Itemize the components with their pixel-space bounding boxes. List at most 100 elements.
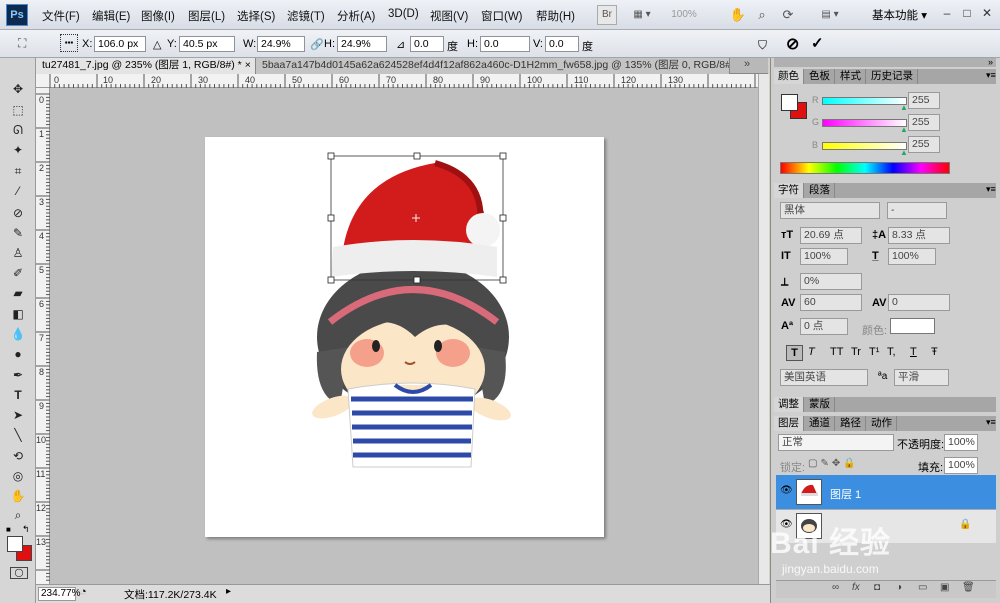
color-spectrum-bar[interactable] <box>780 162 950 174</box>
tab-character[interactable]: 字符 <box>774 183 804 198</box>
tab-adjustments[interactable]: 调整 <box>774 397 804 412</box>
g-value-field[interactable]: 255 <box>908 114 940 131</box>
brush-tool-icon[interactable]: ✎ <box>8 224 28 242</box>
minimize-button[interactable]: – <box>936 6 958 23</box>
v-skew-field[interactable]: 0.0 <box>545 36 579 52</box>
menu-view[interactable]: 视图(V) <box>430 8 468 24</box>
menu-image[interactable]: 图像(I) <box>141 8 175 24</box>
superscript-button[interactable]: T¹ <box>869 346 879 358</box>
status-menu-arrow-icon[interactable]: ▸ <box>226 586 231 597</box>
r-slider-thumb-icon[interactable]: ▲ <box>900 103 908 112</box>
g-slider[interactable] <box>822 119 907 127</box>
font-family-select[interactable]: 黑体 <box>780 202 880 219</box>
tab-paths[interactable]: 路径 <box>836 416 866 431</box>
swap-colors-icon[interactable]: ↰ <box>22 524 30 535</box>
panel-menu-icon[interactable]: ▾≡ <box>986 70 996 81</box>
rotation-field[interactable]: 0.0 <box>410 36 444 52</box>
adjustment-layer-icon[interactable]: ◑ <box>896 582 902 593</box>
font-size-field[interactable]: 20.69 点 <box>800 227 862 244</box>
arrange-documents-icon[interactable]: ▤ ▾ <box>815 5 845 25</box>
dodge-tool-icon[interactable]: ● <box>8 345 28 363</box>
tab-layers[interactable]: 图层 <box>774 416 804 431</box>
type-tool-icon[interactable]: T <box>8 386 28 404</box>
horizontal-scale-field[interactable]: 100% <box>888 248 936 265</box>
relative-position-icon[interactable]: △ <box>153 38 161 51</box>
width-field[interactable]: 24.9% <box>257 36 305 52</box>
tracking-field[interactable]: 0 <box>888 294 950 311</box>
b-slider[interactable] <box>822 142 907 150</box>
language-select[interactable]: 美国英语 <box>780 369 868 386</box>
r-value-field[interactable]: 255 <box>908 92 940 109</box>
faux-bold-button[interactable]: T <box>786 345 803 361</box>
menu-edit[interactable]: 编辑(E) <box>92 8 130 24</box>
link-layers-icon[interactable]: ∞ <box>832 582 839 593</box>
eraser-tool-icon[interactable]: ▰ <box>8 284 28 302</box>
vertical-scale-field[interactable]: 100% <box>800 248 848 265</box>
zoom-tool-box-icon[interactable]: ⌕ <box>8 506 28 524</box>
healing-brush-tool-icon[interactable]: ⊘ <box>8 204 28 222</box>
new-layer-icon[interactable]: ▣ <box>940 582 949 593</box>
g-slider-thumb-icon[interactable]: ▲ <box>900 125 908 134</box>
baseline-shift-field[interactable]: 0 点 <box>800 318 848 335</box>
tab-actions[interactable]: 动作 <box>867 416 897 431</box>
tab-document-1[interactable]: tu27481_7.jpg @ 235% (图层 1, RGB/8#) * × <box>36 58 256 74</box>
rotate-view-icon[interactable]: ⟳ <box>778 5 798 25</box>
status-info-icon[interactable]: ◔ <box>80 586 87 598</box>
faux-italic-button[interactable]: T <box>808 346 815 358</box>
clone-stamp-tool-icon[interactable]: ♙ <box>8 244 28 262</box>
line-tool-icon[interactable]: ╲ <box>8 426 28 444</box>
tab-masks[interactable]: 蒙版 <box>805 397 835 412</box>
y-position-field[interactable]: 40.5 px <box>179 36 235 52</box>
warp-mode-icon[interactable]: ⛉ <box>758 38 767 53</box>
link-icon[interactable]: 🔗 <box>310 38 324 51</box>
hand-tool-icon[interactable]: ✋ <box>728 5 748 25</box>
screen-mode-icon[interactable]: ▦ ▾ <box>626 5 658 25</box>
subscript-button[interactable]: T, <box>887 346 896 358</box>
panel-menu-icon[interactable]: ▾≡ <box>986 184 996 195</box>
tab-history[interactable]: 历史记录 <box>867 69 918 84</box>
delete-layer-icon[interactable]: 🗑 <box>962 582 975 593</box>
magic-wand-tool-icon[interactable]: ✦ <box>8 141 28 159</box>
panel-menu-icon[interactable]: ▾≡ <box>986 417 996 428</box>
tab-overflow-icon[interactable]: » <box>744 58 750 70</box>
tab-swatches[interactable]: 色板 <box>805 69 835 84</box>
fill-field[interactable]: 100% <box>944 457 978 474</box>
menu-3d[interactable]: 3D(D) <box>388 8 419 20</box>
collapse-panels-icon[interactable]: » <box>988 57 993 67</box>
visibility-eye-icon[interactable]: 👁 <box>780 485 793 496</box>
path-selection-tool-icon[interactable]: ➤ <box>8 406 28 424</box>
vertical-scrollbar[interactable] <box>758 74 769 584</box>
x-position-field[interactable]: 106.0 px <box>94 36 146 52</box>
menu-filter[interactable]: 滤镜(T) <box>287 8 325 24</box>
small-caps-button[interactable]: Tr <box>851 346 861 358</box>
blend-mode-select[interactable]: 正常 <box>778 434 894 451</box>
3d-orbit-tool-icon[interactable]: ◎ <box>8 467 28 485</box>
reference-point-icon[interactable]: ▪▪▪ <box>60 34 78 52</box>
menu-analysis[interactable]: 分析(A) <box>337 8 375 24</box>
b-value-field[interactable]: 255 <box>908 136 940 153</box>
layer-1-name[interactable]: 图层 1 <box>830 486 861 502</box>
strikethrough-button[interactable]: Ŧ <box>931 346 938 358</box>
tab-close-icon[interactable]: × <box>245 59 251 71</box>
tab-paragraph[interactable]: 段落 <box>805 183 835 198</box>
menu-file[interactable]: 文件(F) <box>42 8 80 24</box>
cancel-transform-button[interactable]: ⊘ <box>786 34 799 54</box>
layer-style-icon[interactable]: fx <box>852 582 860 593</box>
bridge-button[interactable]: Br <box>597 5 617 25</box>
leading-field[interactable]: 8.33 点 <box>888 227 950 244</box>
marquee-tool-icon[interactable]: ⬚ <box>8 101 28 119</box>
add-mask-icon[interactable]: ◘ <box>874 582 880 593</box>
h-skew-field[interactable]: 0.0 <box>480 36 530 52</box>
kerning-field[interactable]: 60 <box>800 294 862 311</box>
eyedropper-tool-icon[interactable]: ⁄ <box>8 182 28 200</box>
color-panel-foreground-swatch[interactable] <box>781 94 798 111</box>
foreground-color-swatch[interactable] <box>7 536 23 552</box>
height-field[interactable]: 24.9% <box>337 36 387 52</box>
quick-mask-icon[interactable]: ◯ <box>10 567 28 579</box>
zoom-tool-icon[interactable]: ⌕ <box>752 5 772 25</box>
move-tool-icon[interactable]: ✥ <box>8 80 28 98</box>
antialias-select[interactable]: 平滑 <box>894 369 949 386</box>
underline-button[interactable]: T <box>910 346 917 358</box>
tab-channels[interactable]: 通道 <box>805 416 835 431</box>
new-group-icon[interactable]: ▭ <box>918 582 927 593</box>
